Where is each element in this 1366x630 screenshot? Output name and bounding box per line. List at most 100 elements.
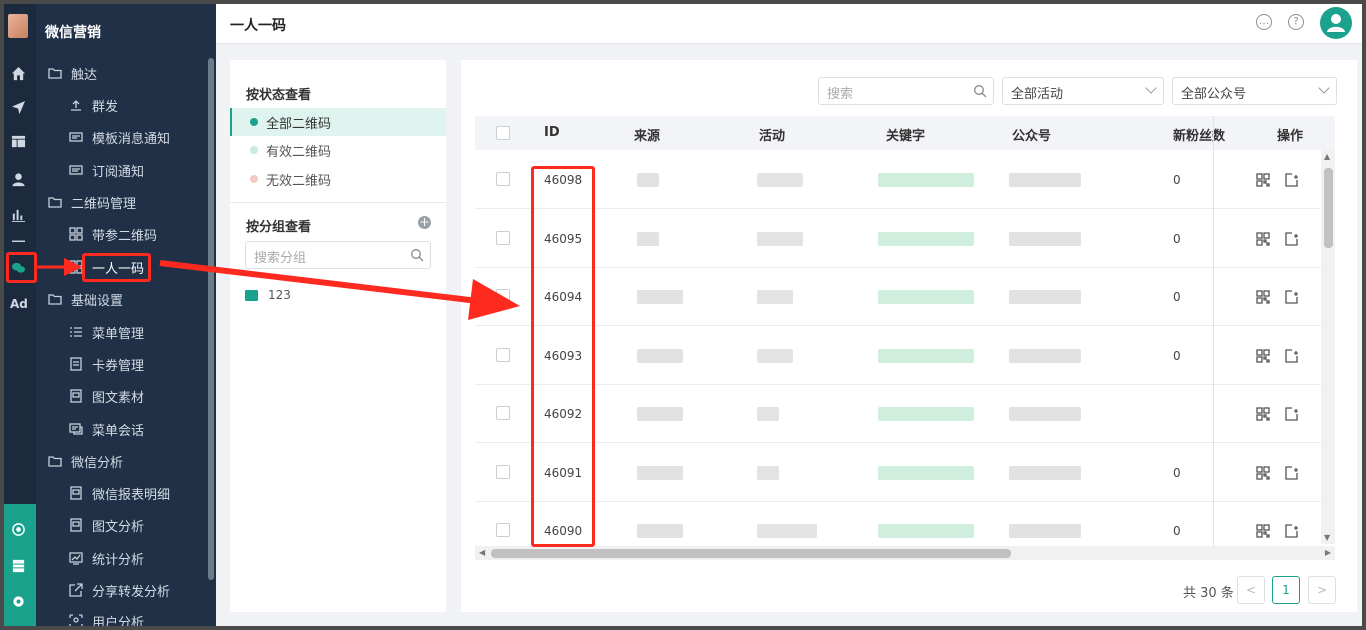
- table-row[interactable]: 46092: [475, 385, 1321, 443]
- prev-page-button[interactable]: <: [1237, 576, 1265, 604]
- sidebar-item-label: 统计分析: [92, 552, 145, 568]
- sidebar-item-coupon[interactable]: 卡券管理: [69, 354, 144, 374]
- status-all[interactable]: 全部二维码: [230, 108, 446, 136]
- table-row[interactable]: 46093 0: [475, 327, 1321, 385]
- col-new-fans[interactable]: 新粉丝数: [1173, 125, 1225, 144]
- table-row[interactable]: 46095 0: [475, 210, 1321, 268]
- sidebar-item-article[interactable]: 图文素材: [69, 386, 144, 406]
- sidebar-item-stats[interactable]: 统计分析: [69, 548, 144, 568]
- status-invalid[interactable]: 无效二维码: [230, 165, 446, 193]
- scroll-down-icon[interactable]: ▼: [1324, 533, 1330, 542]
- edit-icon[interactable]: [1285, 348, 1299, 363]
- scroll-thumb[interactable]: [491, 549, 1011, 558]
- row-checkbox[interactable]: [496, 406, 510, 420]
- table-header: ID 来源 活动 关键字 公众号 新粉丝数 操作: [475, 116, 1335, 150]
- edit-icon[interactable]: [1285, 231, 1299, 246]
- col-id[interactable]: ID: [544, 125, 560, 140]
- radar-icon[interactable]: [10, 522, 26, 538]
- status-valid[interactable]: 有效二维码: [230, 136, 446, 164]
- col-keyword[interactable]: 关键字: [886, 125, 925, 144]
- scroll-up-icon[interactable]: ▲: [1324, 152, 1330, 161]
- org-avatar[interactable]: [8, 14, 28, 38]
- edit-icon[interactable]: [1285, 407, 1299, 421]
- col-source[interactable]: 来源: [634, 125, 660, 144]
- redacted-account: [1009, 231, 1081, 246]
- server-icon[interactable]: [10, 558, 26, 574]
- group-heading: 按分组查看: [246, 220, 312, 235]
- bar-chart-icon[interactable]: [10, 207, 26, 223]
- qrcode-icon[interactable]: [1256, 290, 1270, 304]
- page-button[interactable]: 1: [1272, 576, 1300, 604]
- row-checkbox[interactable]: [496, 230, 510, 245]
- qrcode-icon[interactable]: [1256, 465, 1270, 480]
- send-icon[interactable]: [10, 100, 26, 116]
- search-input[interactable]: 搜索: [818, 77, 994, 105]
- add-group-button[interactable]: +: [418, 216, 431, 229]
- search-placeholder: 搜索: [827, 87, 854, 102]
- edit-icon[interactable]: [1285, 290, 1299, 304]
- redacted-activity: [757, 173, 803, 187]
- gear-icon[interactable]: [10, 594, 26, 610]
- sidebar-group-settings[interactable]: 基础设置: [48, 289, 123, 309]
- user-avatar[interactable]: [1320, 7, 1352, 39]
- row-checkbox[interactable]: [496, 347, 510, 362]
- edit-icon[interactable]: [1285, 173, 1299, 187]
- next-page-button[interactable]: >: [1308, 576, 1336, 604]
- group-item[interactable]: 123: [245, 288, 291, 302]
- sidebar-item-broadcast[interactable]: 群发: [69, 95, 118, 115]
- ad-icon[interactable]: Ad: [10, 296, 28, 312]
- sidebar-group-reach[interactable]: 触达: [48, 63, 97, 83]
- home-icon[interactable]: [10, 66, 26, 82]
- sidebar-item-menu-chat[interactable]: 菜单会话: [69, 419, 144, 439]
- qrcode-icon: [69, 227, 83, 241]
- scroll-right-icon[interactable]: ▶: [1325, 548, 1331, 557]
- chat-bubble-icon[interactable]: …: [1256, 14, 1272, 30]
- redacted-source: [637, 524, 683, 538]
- sidebar-item-article-analysis[interactable]: 图文分析: [69, 515, 144, 535]
- sidebar-item-report-detail[interactable]: 微信报表明细: [69, 483, 170, 503]
- edit-icon[interactable]: [1285, 465, 1299, 480]
- col-account[interactable]: 公众号: [1012, 125, 1051, 144]
- sidebar-item-template-message[interactable]: 模板消息通知: [69, 127, 170, 147]
- help-icon[interactable]: ?: [1288, 14, 1304, 30]
- sidebar-group-label: 基础设置: [71, 293, 124, 309]
- sidebar-scrollbar[interactable]: [208, 58, 214, 580]
- sidebar-group-qrcode[interactable]: 二维码管理: [48, 192, 136, 212]
- row-checkbox[interactable]: [496, 464, 510, 479]
- table-row[interactable]: 46094 0: [475, 268, 1321, 326]
- sidebar-item-share-analysis[interactable]: 分享转发分析: [69, 580, 170, 600]
- scroll-thumb[interactable]: [1324, 168, 1333, 248]
- qrcode-icon[interactable]: [1256, 231, 1270, 246]
- qrcode-icon[interactable]: [1256, 407, 1270, 421]
- qrcode-icon[interactable]: [1256, 524, 1270, 538]
- sidebar-item-param-qrcode[interactable]: 带参二维码: [69, 224, 157, 244]
- account-select[interactable]: 全部公众号: [1172, 77, 1337, 105]
- sidebar-item-menu[interactable]: 菜单管理: [69, 322, 144, 342]
- activity-select[interactable]: 全部活动: [1002, 77, 1164, 105]
- scroll-left-icon[interactable]: ◀: [479, 548, 485, 557]
- status-dot: [250, 118, 258, 126]
- sidebar-group-label: 触达: [71, 67, 98, 83]
- layout-icon[interactable]: [10, 134, 26, 150]
- page-title: 一人一码: [230, 18, 286, 34]
- table-row[interactable]: 46091 0: [475, 444, 1321, 502]
- table-vertical-scrollbar[interactable]: ▲ ▼: [1321, 150, 1335, 544]
- qrcode-icon[interactable]: [1256, 348, 1270, 363]
- col-actions: 操作: [1277, 129, 1304, 144]
- edit-icon[interactable]: [1285, 524, 1299, 538]
- qrcode-icon[interactable]: [1256, 173, 1270, 187]
- sidebar-group-analytics[interactable]: 微信分析: [48, 451, 123, 471]
- table-row[interactable]: 46098 0: [475, 151, 1321, 209]
- select-all-checkbox[interactable]: [496, 126, 510, 140]
- user-icon[interactable]: [10, 172, 26, 188]
- row-checkbox[interactable]: [496, 172, 510, 186]
- sidebar-item-subscribe[interactable]: 订阅通知: [69, 160, 144, 180]
- top-bar: 一人一码 … ?: [216, 4, 1362, 44]
- sidebar-item-user-analysis[interactable]: 用户分析: [69, 611, 144, 626]
- table-horizontal-scrollbar[interactable]: ◀ ▶: [475, 546, 1335, 560]
- redacted-activity: [757, 465, 779, 480]
- group-search-input[interactable]: 搜索分组: [245, 241, 431, 269]
- row-checkbox[interactable]: [496, 289, 510, 303]
- col-activity[interactable]: 活动: [759, 125, 785, 144]
- row-checkbox[interactable]: [496, 523, 510, 537]
